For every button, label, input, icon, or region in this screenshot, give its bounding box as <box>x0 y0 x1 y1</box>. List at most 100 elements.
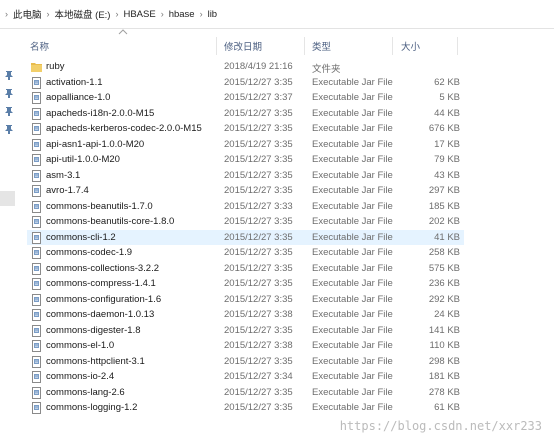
file-row[interactable]: commons-el-1.0 2015/12/27 3:38 Executable … <box>27 338 464 354</box>
breadcrumb-separator-icon[interactable]: › <box>5 9 8 19</box>
jar-file-icon <box>32 371 41 383</box>
jar-file-icon <box>32 386 41 399</box>
file-type: Executable Jar File <box>312 138 393 150</box>
file-date: 2018/4/19 21:16 <box>224 61 293 72</box>
file-row[interactable]: commons-codec-1.9 2015/12/27 3:35 Executab… <box>27 245 464 261</box>
file-row[interactable]: commons-io-2.4 2015/12/27 3:34 Executable … <box>27 369 464 385</box>
file-row[interactable]: commons-logging-1.2 2015/12/27 3:35 Execut… <box>27 400 464 416</box>
file-type: Executable Jar File <box>312 247 393 258</box>
pin-icon[interactable] <box>5 125 13 134</box>
file-date: 2015/12/27 3:35 <box>224 386 293 398</box>
file-size: 297 KB <box>428 185 460 196</box>
file-name: activation-1.1 <box>46 76 103 88</box>
nav-selected-item[interactable] <box>0 191 15 206</box>
file-row[interactable]: commons-beanutils-1.7.0 2015/12/27 3:33 Ex… <box>27 199 464 215</box>
file-row[interactable]: activation-1.1 2015/12/27 3:35 Executable … <box>27 75 464 91</box>
file-type: 文件夹 <box>312 64 341 75</box>
breadcrumb-separator-icon[interactable]: › <box>47 9 50 19</box>
breadcrumb-separator-icon[interactable]: › <box>161 9 164 19</box>
column-header-type[interactable]: 类型 <box>312 39 331 53</box>
file-size: 278 KB <box>428 386 460 398</box>
file-type: Executable Jar File <box>312 154 393 165</box>
jar-file-icon <box>32 200 41 213</box>
file-row[interactable]: commons-digester-1.8 2015/12/27 3:35 Execu… <box>27 323 464 339</box>
file-type: Executable Jar File <box>312 371 393 382</box>
file-date: 2015/12/27 3:35 <box>224 138 293 150</box>
file-row[interactable]: apacheds-i18n-2.0.0-M15 2015/12/27 3:35 Ex… <box>27 106 464 122</box>
jar-file-icon <box>32 355 41 368</box>
breadcrumb-separator-icon[interactable]: › <box>200 9 203 19</box>
file-date: 2015/12/27 3:35 <box>224 355 293 367</box>
file-row[interactable]: avro-1.7.4 2015/12/27 3:35 Executable Jar … <box>27 183 464 199</box>
jar-file-icon <box>32 293 41 306</box>
pin-icon[interactable] <box>5 71 13 80</box>
file-row[interactable]: asm-3.1 2015/12/27 3:35 Executable Jar Fil… <box>27 168 464 184</box>
file-date: 2015/12/27 3:35 <box>224 262 293 274</box>
pin-icon[interactable] <box>5 89 13 98</box>
file-date: 2015/12/27 3:33 <box>224 200 293 212</box>
breadcrumb-item[interactable]: lib <box>208 9 218 20</box>
column-header-name[interactable]: 名称 <box>30 39 49 53</box>
jar-file-icon <box>32 340 41 352</box>
file-row[interactable]: aopalliance-1.0 2015/12/27 3:37 Executable… <box>27 90 464 106</box>
file-type: Executable Jar File <box>312 386 393 398</box>
file-name: apacheds-i18n-2.0.0-M15 <box>46 107 155 119</box>
file-row[interactable]: commons-collections-3.2.2 2015/12/27 3:35… <box>27 261 464 277</box>
file-size: 41 KB <box>434 231 460 243</box>
file-type: Executable Jar File <box>312 200 393 212</box>
file-name: commons-io-2.4 <box>46 371 115 382</box>
file-type: Executable Jar File <box>312 293 393 305</box>
file-date: 2015/12/27 3:34 <box>224 371 293 382</box>
file-row[interactable]: api-asn1-api-1.0.0-M20 2015/12/27 3:35 Exe… <box>27 137 464 153</box>
column-divider[interactable] <box>392 37 393 55</box>
file-row[interactable]: commons-httpclient-3.1 2015/12/27 3:35 Exe… <box>27 354 464 370</box>
breadcrumb-item[interactable]: 本地磁盘 (E:) <box>55 7 111 21</box>
jar-file-icon <box>32 231 41 244</box>
column-header: 名称 修改日期 类型 大小 <box>17 29 554 59</box>
column-divider[interactable] <box>457 37 458 55</box>
file-name: avro-1.7.4 <box>46 185 89 196</box>
file-type: Executable Jar File <box>312 355 393 367</box>
pin-icon[interactable] <box>5 107 13 116</box>
file-size: 575 KB <box>428 262 460 274</box>
file-name: commons-logging-1.2 <box>46 402 138 413</box>
file-type: Executable Jar File <box>312 216 393 227</box>
jar-file-icon <box>32 107 41 120</box>
jar-file-icon <box>32 169 41 182</box>
file-row[interactable]: commons-cli-1.2 2015/12/27 3:35 Executable… <box>27 229 464 245</box>
jar-file-icon <box>32 154 41 166</box>
file-size: 44 KB <box>434 107 460 119</box>
file-name: commons-cli-1.2 <box>46 231 116 243</box>
file-row[interactable]: commons-daemon-1.0.13 2015/12/27 3:38 Exec… <box>27 307 464 323</box>
jar-file-icon <box>32 185 41 197</box>
file-size: 61 KB <box>434 402 460 413</box>
file-row[interactable]: commons-compress-1.4.1 2015/12/27 3:35 Exe… <box>27 276 464 292</box>
breadcrumb-item[interactable]: HBASE <box>123 9 155 20</box>
file-row[interactable]: api-util-1.0.0-M20 2015/12/27 3:35 Executa… <box>27 152 464 168</box>
column-divider[interactable] <box>216 37 217 55</box>
file-type: Executable Jar File <box>312 340 393 351</box>
file-name: apacheds-kerberos-codec-2.0.0-M15 <box>46 123 202 134</box>
file-size: 292 KB <box>428 293 460 305</box>
file-name: commons-daemon-1.0.13 <box>46 309 155 320</box>
column-header-size[interactable]: 大小 <box>401 39 420 53</box>
jar-file-icon <box>32 76 41 89</box>
breadcrumb-separator-icon[interactable]: › <box>115 9 118 19</box>
file-row[interactable]: commons-beanutils-core-1.8.0 2015/12/27 3… <box>27 214 464 230</box>
jar-file-icon <box>32 324 41 337</box>
file-row[interactable]: apacheds-kerberos-codec-2.0.0-M15 2015/12… <box>27 121 464 137</box>
file-name: api-util-1.0.0-M20 <box>46 154 120 165</box>
file-row[interactable]: ruby 2018/4/19 21:16 文件夹 <box>27 59 464 75</box>
column-divider[interactable] <box>304 37 305 55</box>
breadcrumb-item[interactable]: 此电脑 <box>13 7 42 21</box>
file-name: api-asn1-api-1.0.0-M20 <box>46 138 145 150</box>
file-row[interactable]: commons-configuration-1.6 2015/12/27 3:35… <box>27 292 464 308</box>
file-type: Executable Jar File <box>312 309 393 320</box>
breadcrumb-item[interactable]: hbase <box>169 9 195 20</box>
file-date: 2015/12/27 3:35 <box>224 107 293 119</box>
file-size: 236 KB <box>428 278 460 289</box>
file-name: ruby <box>46 61 65 72</box>
column-header-date[interactable]: 修改日期 <box>224 39 262 53</box>
file-row[interactable]: commons-lang-2.6 2015/12/27 3:35 Executabl… <box>27 385 464 401</box>
file-name: commons-compress-1.4.1 <box>46 278 156 289</box>
